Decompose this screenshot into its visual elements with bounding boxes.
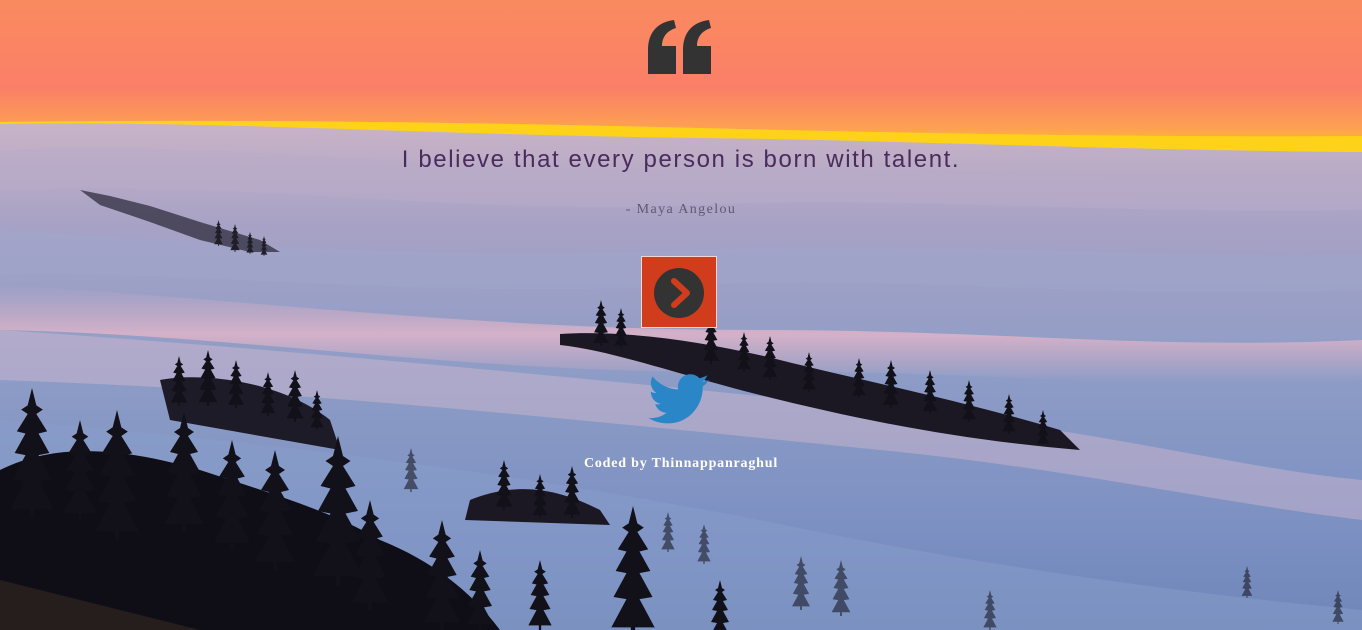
footer-credit: Coded by Thinnappanraghul bbox=[583, 456, 779, 471]
twitter-icon bbox=[648, 374, 709, 424]
quote-author: - Maya Angelou bbox=[625, 202, 737, 217]
quote-text: I believe that every person is born with… bbox=[401, 146, 961, 173]
next-quote-button[interactable] bbox=[641, 256, 717, 328]
quote-box: I believe that every person is born with… bbox=[0, 0, 1362, 630]
tweet-button[interactable] bbox=[648, 374, 710, 426]
chevron-right-circle-icon bbox=[654, 268, 704, 318]
quote-left-icon bbox=[646, 18, 714, 78]
